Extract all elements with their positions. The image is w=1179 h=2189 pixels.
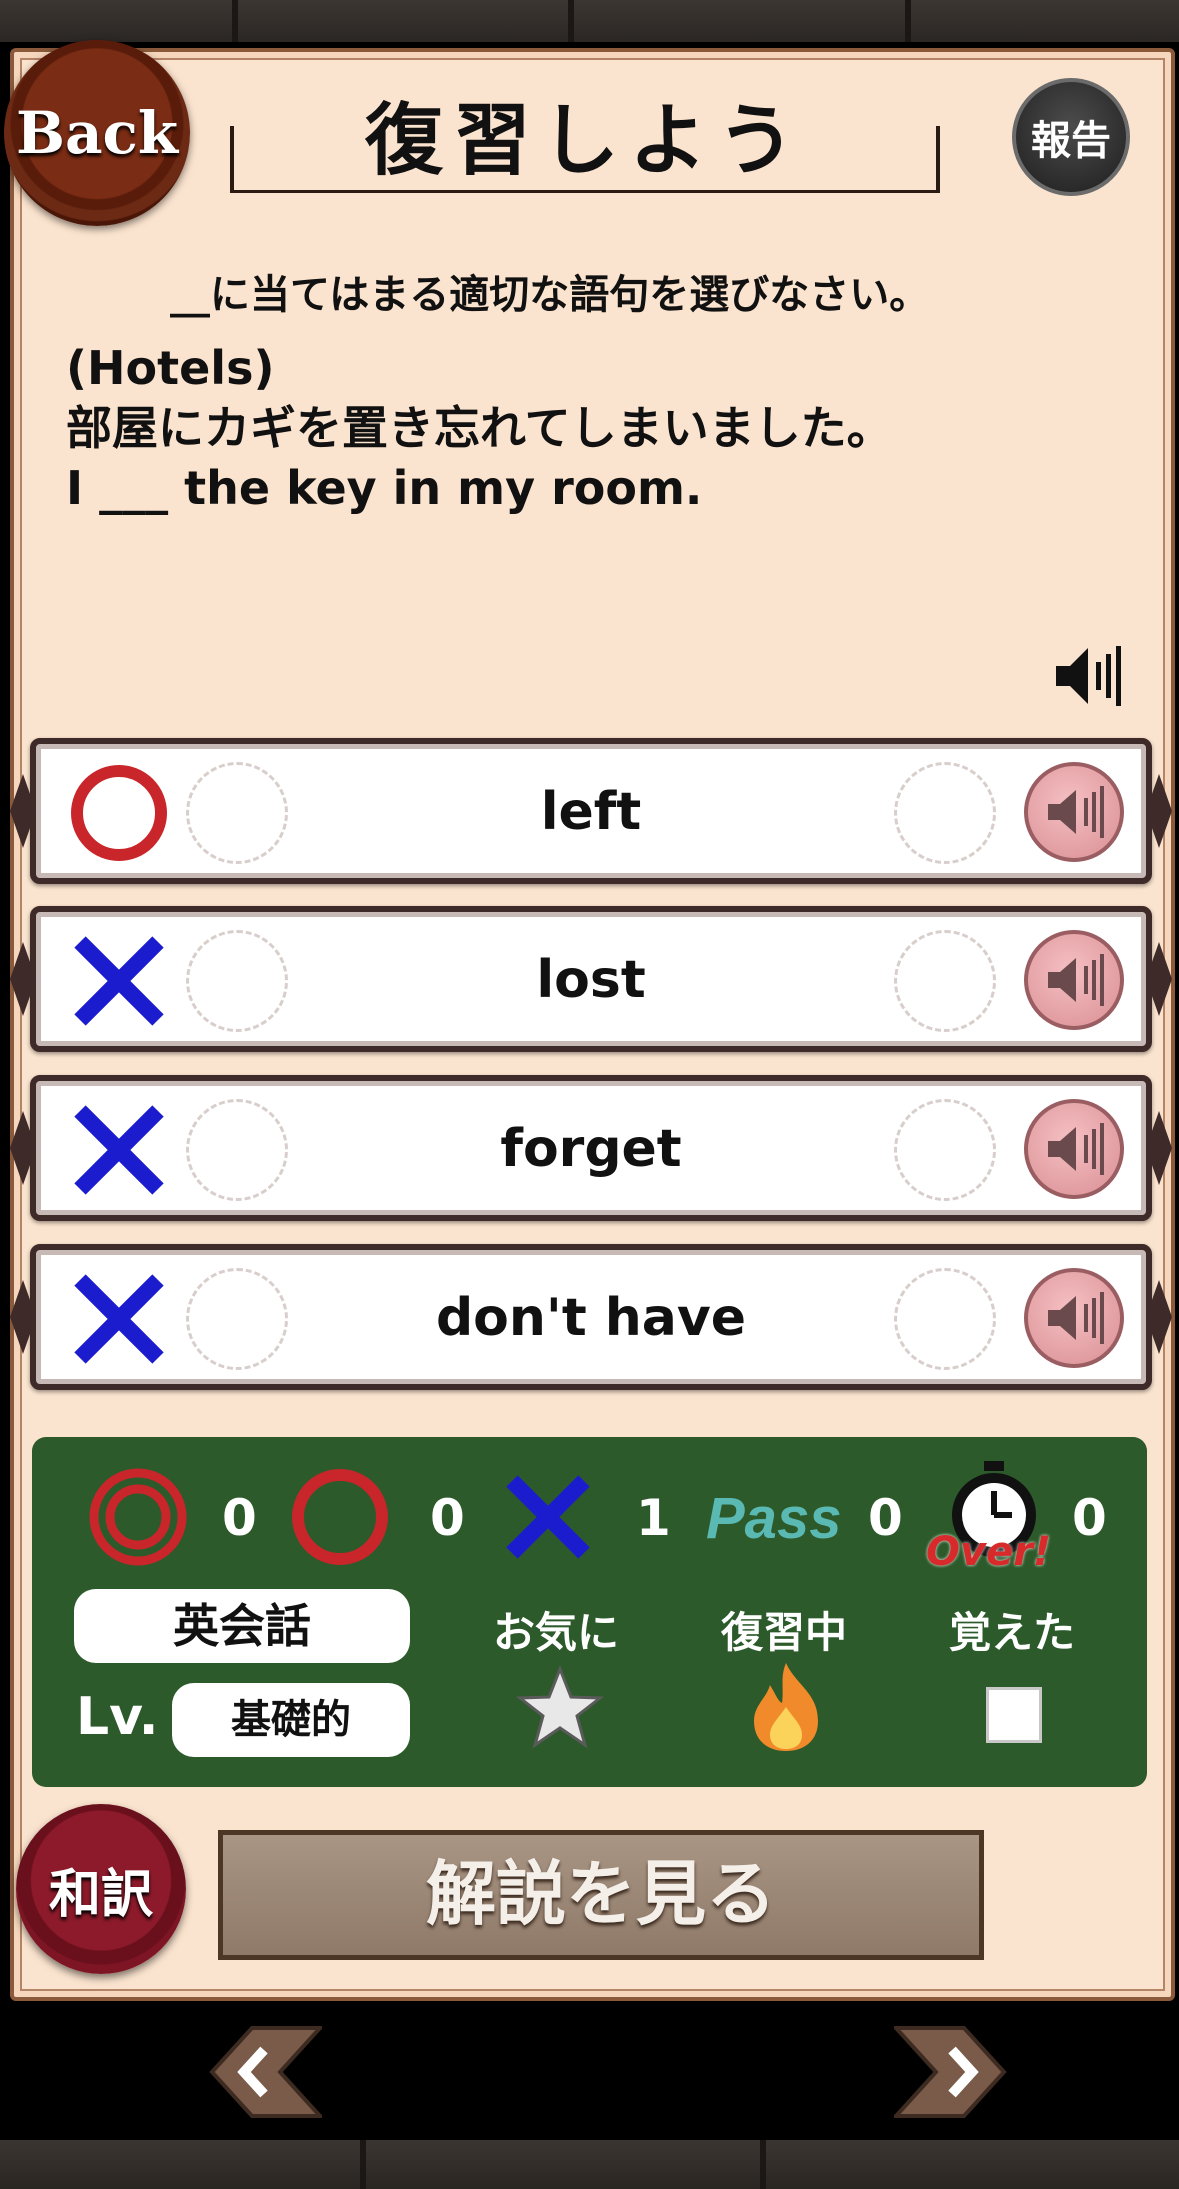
report-button[interactable]: 報告: [1012, 78, 1130, 196]
answer-label: forget: [500, 1119, 682, 1179]
memorized-label: 覚えた: [948, 1608, 1075, 1657]
circle-icon: [292, 1469, 388, 1565]
timeover-count: 0: [1072, 1489, 1107, 1547]
question-speaker-icon[interactable]: [1052, 640, 1124, 712]
favorite-label: お気に: [492, 1608, 619, 1657]
answer-label: lost: [536, 950, 646, 1010]
favorite-star-icon[interactable]: [516, 1665, 604, 1753]
circle-count: 0: [430, 1489, 465, 1547]
cross-count: 1: [636, 1489, 671, 1547]
memorized-checkbox[interactable]: [986, 1687, 1042, 1743]
answer-speaker-icon[interactable]: [1024, 930, 1124, 1030]
question-category-line: (Hotels): [66, 341, 275, 395]
question-instruction: __に当てはまる適切な語句を選びなさい。: [170, 272, 930, 318]
title-ornament: [230, 126, 940, 193]
answer-speaker-icon[interactable]: [1024, 1099, 1124, 1199]
answer-option-1[interactable]: left: [30, 738, 1152, 884]
background-bricks-bottom: [0, 2140, 1179, 2189]
pass-label: Pass: [706, 1486, 842, 1551]
cross-icon: [506, 1475, 590, 1559]
question-text: (Hotels) 部屋にカギを置き忘れてしまいました。 I ___ the ke…: [66, 338, 1126, 518]
question-japanese-line: 部屋にカギを置き忘れてしまいました。: [66, 401, 893, 455]
background-bricks-top: [0, 0, 1179, 42]
next-arrow-icon[interactable]: [894, 2022, 1034, 2122]
reviewing-label: 復習中: [720, 1608, 847, 1657]
stats-panel: 0 0 1 Pass 0 Over! 0 英会話 Lv. 基礎的 お気に 復習中…: [32, 1437, 1147, 1787]
explanation-button[interactable]: 解説を見る: [218, 1830, 984, 1960]
translate-button[interactable]: 和訳: [16, 1804, 186, 1974]
previous-arrow-icon[interactable]: [182, 2022, 322, 2122]
answer-speaker-icon[interactable]: [1024, 762, 1124, 862]
page-title: 復習しよう: [364, 95, 805, 186]
answer-label: left: [540, 782, 642, 842]
level-badge: 基礎的: [172, 1683, 410, 1757]
level-label: Lv.: [76, 1687, 159, 1747]
answer-option-4[interactable]: don't have: [30, 1244, 1152, 1390]
fire-icon[interactable]: [744, 1659, 828, 1755]
answer-label: don't have: [435, 1288, 747, 1348]
answer-option-2[interactable]: lost: [30, 906, 1152, 1052]
back-button[interactable]: Back: [4, 40, 190, 226]
question-english-line: I ___ the key in my room.: [66, 461, 703, 515]
double-circle-icon: [89, 1468, 187, 1566]
category-badge: 英会話: [74, 1589, 410, 1663]
pass-count: 0: [868, 1489, 903, 1547]
answer-speaker-icon[interactable]: [1024, 1268, 1124, 1368]
answer-option-3[interactable]: forget: [30, 1075, 1152, 1221]
double-circle-count: 0: [222, 1489, 257, 1547]
timeover-label: Over!: [926, 1529, 1052, 1575]
